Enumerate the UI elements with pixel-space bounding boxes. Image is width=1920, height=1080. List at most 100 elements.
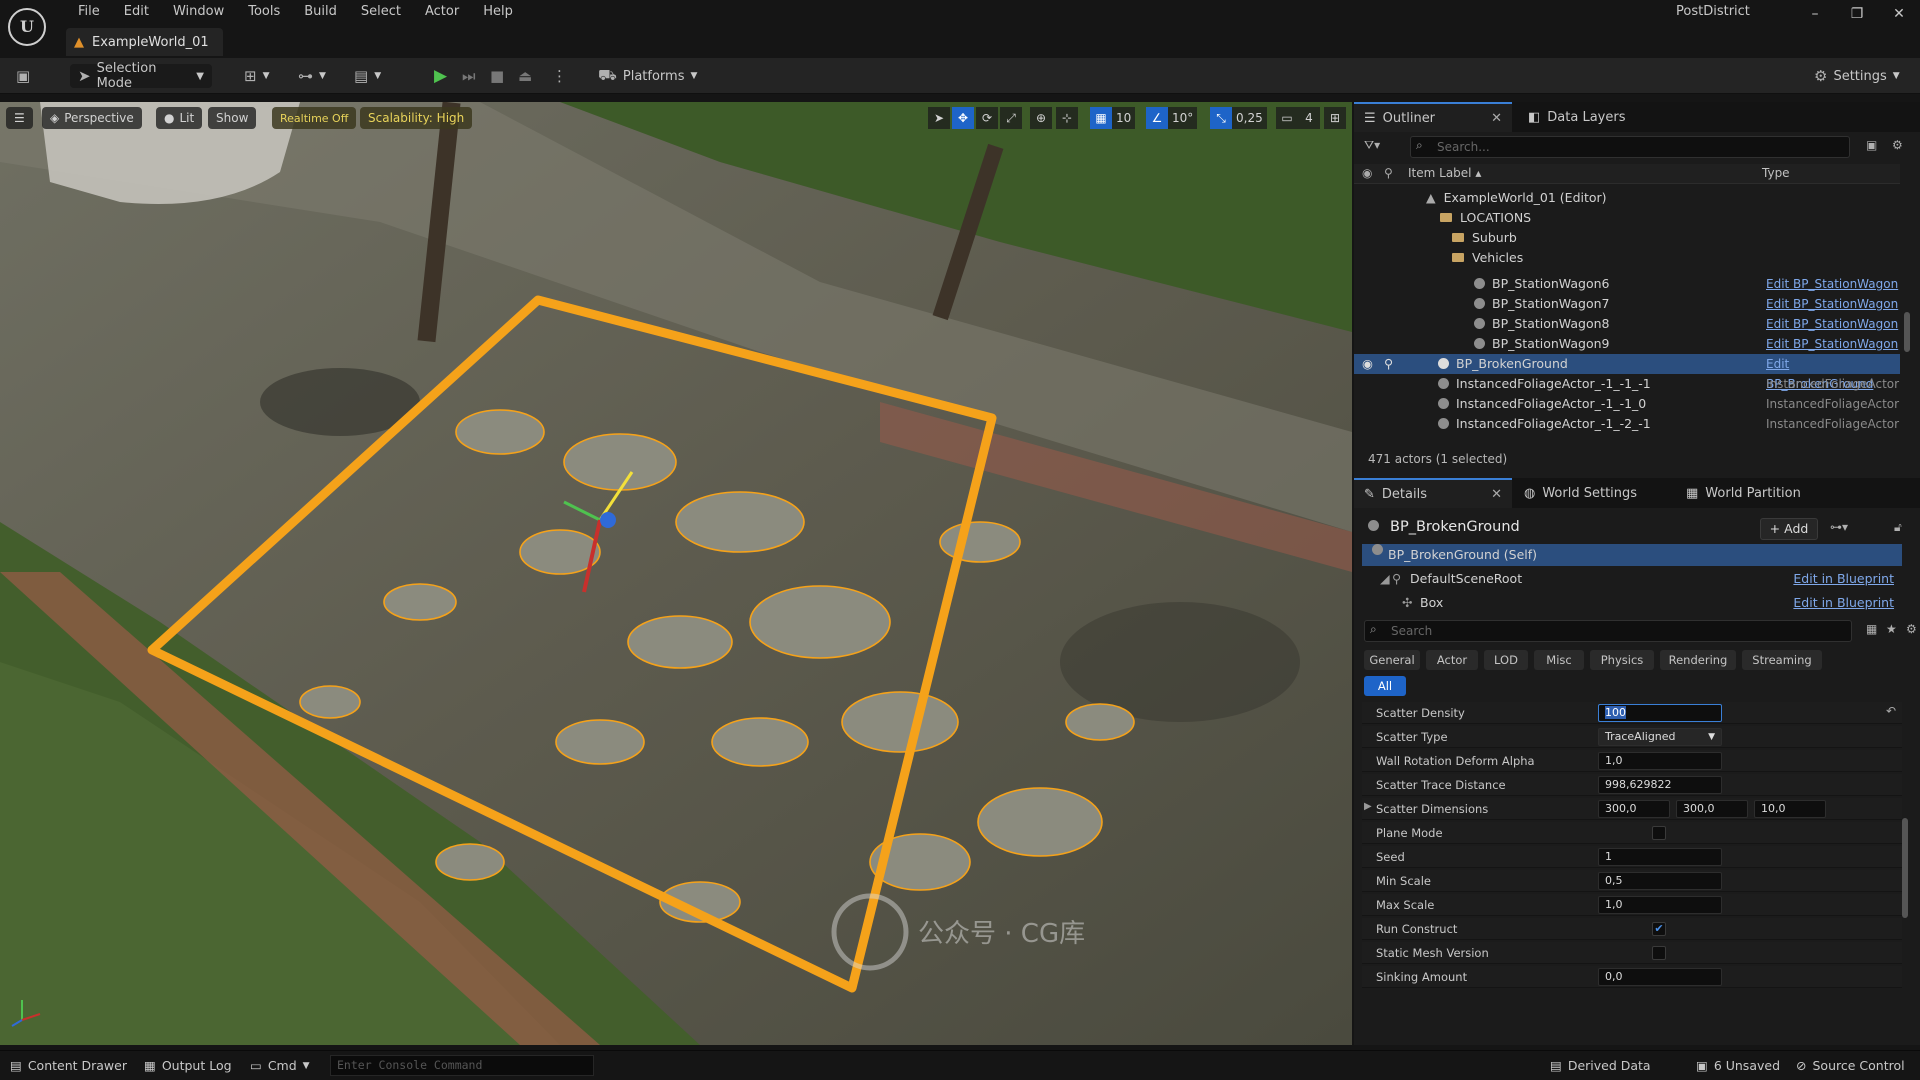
edit-in-blueprint-link[interactable]: Edit in Blueprint	[1793, 568, 1894, 590]
component-row[interactable]: ✣ Box Edit in Blueprint	[1362, 592, 1902, 614]
derived-data-button[interactable]: ▤ Derived Data	[1550, 1057, 1651, 1075]
blueprint-options-icon[interactable]: ⊶▾	[1830, 520, 1848, 534]
outliner-scrollbar[interactable]	[1904, 312, 1910, 352]
category-physics[interactable]: Physics	[1590, 650, 1654, 670]
grid-snap-value[interactable]: 10	[1112, 107, 1136, 129]
outliner-row[interactable]: ▲ ExampleWorld_01 (Editor)	[1354, 188, 1900, 208]
visibility-eye-icon[interactable]: ◉	[1362, 354, 1373, 374]
add-actor-icon[interactable]: ⊞ ▼	[244, 64, 270, 88]
blueprint-icon[interactable]: ⊶ ▼	[298, 64, 326, 88]
perspective-button[interactable]: ◈ Perspective	[42, 107, 142, 129]
scatter-dimension-y-input[interactable]: 300,0	[1676, 800, 1748, 818]
source-control-button[interactable]: ⊘ Source Control	[1796, 1057, 1905, 1075]
scatter-density-input[interactable]: 100	[1598, 704, 1722, 722]
restore-icon[interactable]: ❐	[1846, 6, 1868, 26]
rotation-snap-value[interactable]: 10°	[1168, 107, 1198, 129]
expand-arrow-icon[interactable]: ▶	[1364, 801, 1372, 812]
gear-icon[interactable]: ⚙	[1906, 622, 1917, 636]
hamburger-menu-icon[interactable]: ☰	[6, 107, 33, 129]
camera-speed-value[interactable]: 4	[1298, 107, 1320, 129]
edit-blueprint-link[interactable]: Edit BP_StationWagon	[1766, 274, 1898, 294]
close-window-icon[interactable]: ✕	[1888, 6, 1910, 26]
max-scale-input[interactable]: 1,0	[1598, 896, 1722, 914]
category-general[interactable]: General	[1364, 650, 1420, 670]
menu-file[interactable]: File	[66, 2, 112, 22]
tab-world-settings[interactable]: ◍ World Settings	[1514, 478, 1647, 508]
menu-actor[interactable]: Actor	[413, 2, 471, 22]
edit-in-blueprint-link[interactable]: Edit in Blueprint	[1793, 592, 1894, 614]
category-streaming[interactable]: Streaming	[1742, 650, 1822, 670]
pin-icon[interactable]: ⚲	[1384, 166, 1393, 180]
tab-details[interactable]: ✎ Details ✕	[1354, 478, 1512, 508]
outliner-row[interactable]: BP_StationWagon7 Edit BP_StationWagon	[1354, 294, 1900, 314]
output-log-button[interactable]: ▦ Output Log	[144, 1057, 232, 1075]
reset-to-default-icon[interactable]: ↶	[1886, 704, 1896, 718]
layout-icon[interactable]: ⊞	[1324, 107, 1346, 129]
expand-icon[interactable]: ◢	[1380, 568, 1390, 590]
outliner-row-selected[interactable]: ◉ ⚲ BP_BrokenGround Edit BP_BrokenGround	[1354, 354, 1900, 391]
world-space-icon[interactable]: ⊕	[1030, 107, 1052, 129]
cinematics-icon[interactable]: ▤ ▼	[354, 64, 381, 88]
realtime-off-badge[interactable]: Realtime Off	[272, 107, 357, 129]
surface-snap-icon[interactable]: ⊹	[1056, 107, 1078, 129]
seed-input[interactable]: 1	[1598, 848, 1722, 866]
wall-rotation-deform-alpha-input[interactable]: 1,0	[1598, 752, 1722, 770]
static-mesh-version-checkbox[interactable]	[1652, 946, 1666, 960]
tab-data-layers[interactable]: ◧ Data Layers	[1518, 102, 1636, 132]
level-viewport[interactable]: 公众号 · CG库 ☰ ◈ Perspective ● Lit Show Rea…	[0, 102, 1352, 1045]
unreal-logo-icon[interactable]: U	[8, 8, 46, 46]
show-button[interactable]: Show	[208, 107, 257, 129]
pin-icon[interactable]: ⚲	[1384, 354, 1393, 374]
translate-icon[interactable]: ✥	[952, 107, 974, 129]
edit-blueprint-link[interactable]: Edit BP_StationWagon	[1766, 314, 1898, 334]
close-tab-icon[interactable]: ✕	[1491, 487, 1502, 502]
outliner-search-input[interactable]: Search...	[1410, 136, 1850, 158]
console-command-input[interactable]: Enter Console Command	[330, 1055, 594, 1076]
scale-snap-value[interactable]: 0,25	[1232, 107, 1267, 129]
scatter-dimension-z-input[interactable]: 10,0	[1754, 800, 1826, 818]
lock-icon[interactable]: 🔓︎	[1894, 520, 1902, 535]
run-construct-checkbox[interactable]: ✔	[1652, 922, 1666, 936]
eject-icon[interactable]: ⏏	[518, 64, 532, 88]
category-rendering[interactable]: Rendering	[1660, 650, 1736, 670]
add-folder-icon[interactable]: ▣	[1866, 138, 1877, 152]
platforms-dropdown[interactable]: ⛟ Platforms ▼	[598, 64, 697, 88]
camera-speed-icon[interactable]: ▭	[1276, 107, 1298, 129]
outliner-row[interactable]: BP_StationWagon8 Edit BP_StationWagon	[1354, 314, 1900, 334]
document-tab[interactable]: ▲ ExampleWorld_01	[66, 28, 223, 56]
outliner-row[interactable]: InstancedFoliageActor_-1_-1_0 InstancedF…	[1354, 394, 1900, 414]
close-tab-icon[interactable]: ✕	[1491, 111, 1502, 126]
filter-icon[interactable]: ⛛▾	[1364, 138, 1380, 153]
menu-build[interactable]: Build	[292, 2, 349, 22]
save-icon[interactable]: ▣	[16, 64, 30, 88]
outliner-row[interactable]: BP_StationWagon6 Edit BP_StationWagon	[1354, 274, 1900, 294]
cmd-dropdown[interactable]: ▭ Cmd ▼	[250, 1057, 310, 1075]
favorite-star-icon[interactable]: ★	[1886, 622, 1897, 636]
select-mode-icon[interactable]: ➤	[928, 107, 950, 129]
outliner-row[interactable]: InstancedFoliageActor_-1_-2_-1 Instanced…	[1354, 414, 1900, 434]
category-lod[interactable]: LOD	[1484, 650, 1528, 670]
edit-blueprint-link[interactable]: Edit BP_StationWagon	[1766, 334, 1898, 354]
details-search-input[interactable]: Search	[1364, 620, 1852, 642]
column-type[interactable]: Type	[1762, 166, 1790, 180]
scatter-dimension-x-input[interactable]: 300,0	[1598, 800, 1670, 818]
visibility-eye-icon[interactable]: ◉	[1362, 166, 1372, 180]
component-row[interactable]: ◢ ⚲ DefaultSceneRoot Edit in Blueprint	[1362, 568, 1902, 590]
menu-tools[interactable]: Tools	[236, 2, 292, 22]
step-icon[interactable]: ⏭	[462, 64, 476, 88]
outliner-row[interactable]: InstancedFoliageActor_-1_-1_-1 Instanced…	[1354, 374, 1900, 394]
outliner-row[interactable]: Suburb	[1354, 228, 1900, 248]
rotate-icon[interactable]: ⟳	[976, 107, 998, 129]
category-all[interactable]: All	[1364, 676, 1406, 696]
add-component-button[interactable]: + Add	[1760, 518, 1818, 540]
grid-snap-icon[interactable]: ▦	[1090, 107, 1112, 129]
outliner-row[interactable]: LOCATIONS	[1354, 208, 1900, 228]
settings-dropdown[interactable]: ⚙ Settings ▼	[1814, 64, 1900, 88]
category-misc[interactable]: Misc	[1534, 650, 1584, 670]
scatter-type-dropdown[interactable]: TraceAligned ▼	[1598, 728, 1722, 746]
column-item-label[interactable]: Item Label ▴	[1408, 166, 1481, 180]
table-view-icon[interactable]: ▦	[1866, 622, 1877, 636]
rotation-snap-icon[interactable]: ∠	[1146, 107, 1168, 129]
scale-snap-icon[interactable]: ⤡	[1210, 107, 1232, 129]
menu-select[interactable]: Select	[349, 2, 413, 22]
